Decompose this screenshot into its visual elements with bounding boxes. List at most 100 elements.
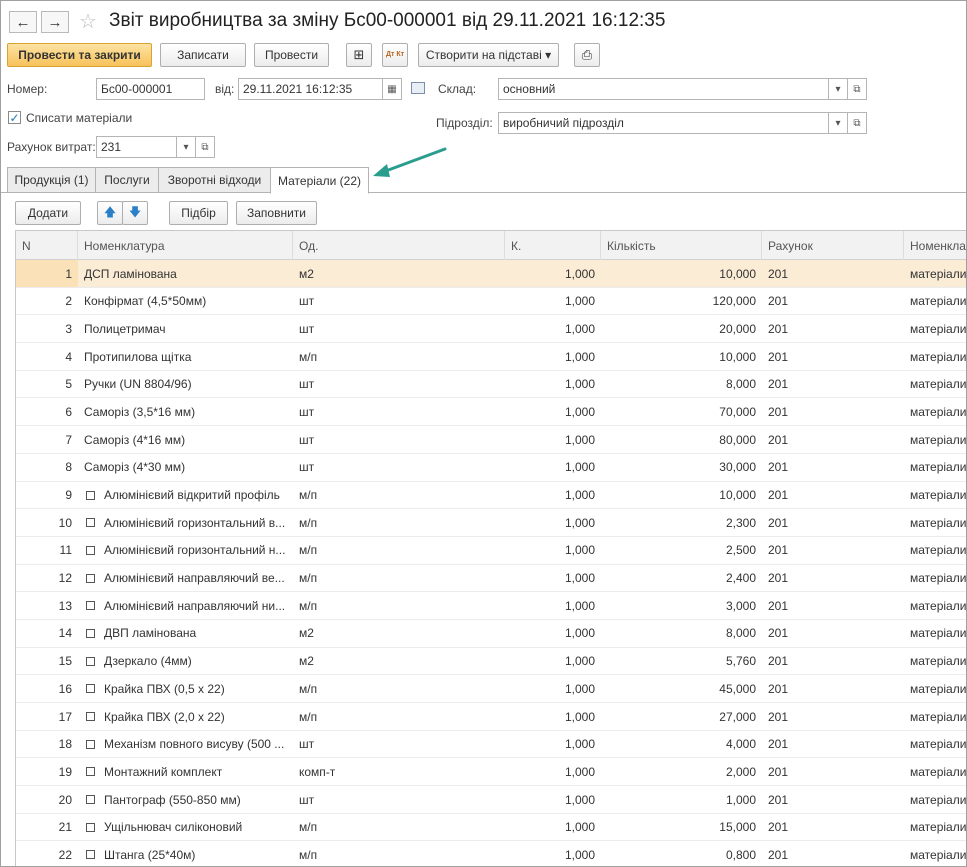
column-header-k[interactable]: К. [505,231,601,260]
column-header-nomenclature-group[interactable]: Номенклат [904,231,966,260]
column-header-account[interactable]: Рахунок [762,231,904,260]
row-coefficient[interactable]: 1,000 [505,675,601,702]
post-button[interactable]: Провести [254,43,329,67]
row-number[interactable]: 12 [16,565,78,592]
row-nomenclature[interactable]: Конфірмат (4,5*50мм) [78,288,293,315]
row-nomenclature[interactable]: Алюмінієвий відкритий профіль [78,482,293,509]
row-nomenclature-group[interactable]: матеріали [904,454,966,481]
calendar-icon[interactable]: ▦ [382,78,402,100]
move-up-icon[interactable]: 🡅 [97,201,123,225]
warehouse-field[interactable]: основний [498,78,829,100]
row-quantity[interactable]: 2,000 [601,758,762,785]
row-nomenclature-group[interactable]: матеріали [904,343,966,370]
row-account[interactable]: 201 [762,509,904,536]
row-coefficient[interactable]: 1,000 [505,260,601,287]
row-account[interactable]: 201 [762,288,904,315]
row-number[interactable]: 18 [16,731,78,758]
table-row[interactable]: 16 Крайка ПВХ (0,5 х 22) м/п 1,000 45,000 201… [16,675,966,703]
row-nomenclature-group[interactable]: матеріали [904,592,966,619]
row-account[interactable]: 201 [762,426,904,453]
forward-button[interactable]: → [41,11,69,33]
row-account[interactable]: 201 [762,343,904,370]
tab-services[interactable]: Послуги [95,167,159,193]
table-row[interactable]: 11 Алюмінієвий горизонтальний н... м/п 1,00… [16,537,966,565]
row-number[interactable]: 19 [16,758,78,785]
row-unit[interactable]: м/п [293,343,505,370]
row-account[interactable]: 201 [762,758,904,785]
row-unit[interactable]: шт [293,288,505,315]
table-row[interactable]: 1 ДСП ламінована м2 1,000 10,000 201 матеріали [16,260,966,288]
row-quantity[interactable]: 0,800 [601,841,762,866]
row-number[interactable]: 17 [16,703,78,730]
row-unit[interactable]: м2 [293,620,505,647]
row-quantity[interactable]: 20,000 [601,315,762,342]
row-account[interactable]: 201 [762,841,904,866]
structure-icon[interactable]: ⊞ [346,43,372,67]
row-quantity[interactable]: 70,000 [601,398,762,425]
division-dropdown-icon[interactable]: ▾ [828,112,848,134]
row-account[interactable]: 201 [762,592,904,619]
row-quantity[interactable]: 5,760 [601,648,762,675]
row-nomenclature-group[interactable]: матеріали [904,814,966,841]
row-nomenclature-group[interactable]: матеріали [904,371,966,398]
writeoff-materials-checkbox[interactable]: ✓ [8,111,21,125]
row-nomenclature[interactable]: Монтажний комплект [78,758,293,785]
row-coefficient[interactable]: 1,000 [505,288,601,315]
table-row[interactable]: 15 Дзеркало (4мм) м2 1,000 5,760 201 матеріали [16,648,966,676]
row-quantity[interactable]: 2,300 [601,509,762,536]
table-row[interactable]: 6 Саморіз (3,5*16 мм) шт 1,000 70,000 201 мате… [16,398,966,427]
row-account[interactable]: 201 [762,648,904,675]
row-nomenclature[interactable]: Саморіз (4*16 мм) [78,426,293,453]
row-coefficient[interactable]: 1,000 [505,482,601,509]
row-nomenclature[interactable]: Саморіз (4*30 мм) [78,454,293,481]
row-nomenclature-group[interactable]: матеріали [904,398,966,425]
row-coefficient[interactable]: 1,000 [505,426,601,453]
column-header-nomenclature[interactable]: Номенклатура [78,231,293,260]
row-nomenclature[interactable]: Пантограф (550-850 мм) [78,786,293,813]
row-coefficient[interactable]: 1,000 [505,343,601,370]
row-number[interactable]: 16 [16,675,78,702]
row-number[interactable]: 9 [16,482,78,509]
division-field[interactable]: виробничий підрозділ [498,112,829,134]
row-coefficient[interactable]: 1,000 [505,371,601,398]
row-nomenclature[interactable]: Механізм повного висуву (500 ... [78,731,293,758]
row-nomenclature[interactable]: Крайка ПВХ (0,5 х 22) [78,675,293,702]
cost-account-open-icon[interactable]: ⧉ [195,136,215,158]
row-number[interactable]: 13 [16,592,78,619]
table-row[interactable]: 7 Саморіз (4*16 мм) шт 1,000 80,000 201 матері… [16,426,966,454]
fill-button[interactable]: Заповнити [236,201,317,225]
cost-account-dropdown-icon[interactable]: ▾ [176,136,196,158]
row-quantity[interactable]: 10,000 [601,343,762,370]
row-account[interactable]: 201 [762,371,904,398]
row-quantity[interactable]: 30,000 [601,454,762,481]
row-nomenclature[interactable]: ДСП ламінована [78,260,293,287]
row-nomenclature[interactable]: Алюмінієвий направляючий ни... [78,592,293,619]
row-unit[interactable]: комп-т [293,758,505,785]
row-coefficient[interactable]: 1,000 [505,454,601,481]
row-nomenclature[interactable]: Алюмінієвий горизонтальний в... [78,509,293,536]
row-number[interactable]: 4 [16,343,78,370]
row-nomenclature[interactable]: Полицетримач [78,315,293,342]
tab-materials[interactable]: Матеріали (22) [270,167,369,194]
row-quantity[interactable]: 8,000 [601,371,762,398]
tab-products[interactable]: Продукція (1) [7,167,96,193]
row-coefficient[interactable]: 1,000 [505,841,601,866]
row-number[interactable]: 8 [16,454,78,481]
date-field[interactable]: 29.11.2021 16:12:35 [238,78,383,100]
table-row[interactable]: 12 Алюмінієвий направляючий ве... м/п 1,000… [16,565,966,593]
row-number[interactable]: 6 [16,398,78,425]
row-nomenclature-group[interactable]: матеріали [904,675,966,702]
row-coefficient[interactable]: 1,000 [505,620,601,647]
row-number[interactable]: 20 [16,786,78,813]
row-unit[interactable]: м/п [293,703,505,730]
row-nomenclature[interactable]: Дзеркало (4мм) [78,648,293,675]
row-quantity[interactable]: 80,000 [601,426,762,453]
row-quantity[interactable]: 3,000 [601,592,762,619]
row-coefficient[interactable]: 1,000 [505,315,601,342]
row-unit[interactable]: м2 [293,260,505,287]
table-row[interactable]: 14 ДВП ламінована м2 1,000 8,000 201 матеріали [16,620,966,648]
select-button[interactable]: Підбір [169,201,228,225]
column-header-quantity[interactable]: Кількість [601,231,762,260]
row-quantity[interactable]: 15,000 [601,814,762,841]
row-unit[interactable]: м/п [293,509,505,536]
